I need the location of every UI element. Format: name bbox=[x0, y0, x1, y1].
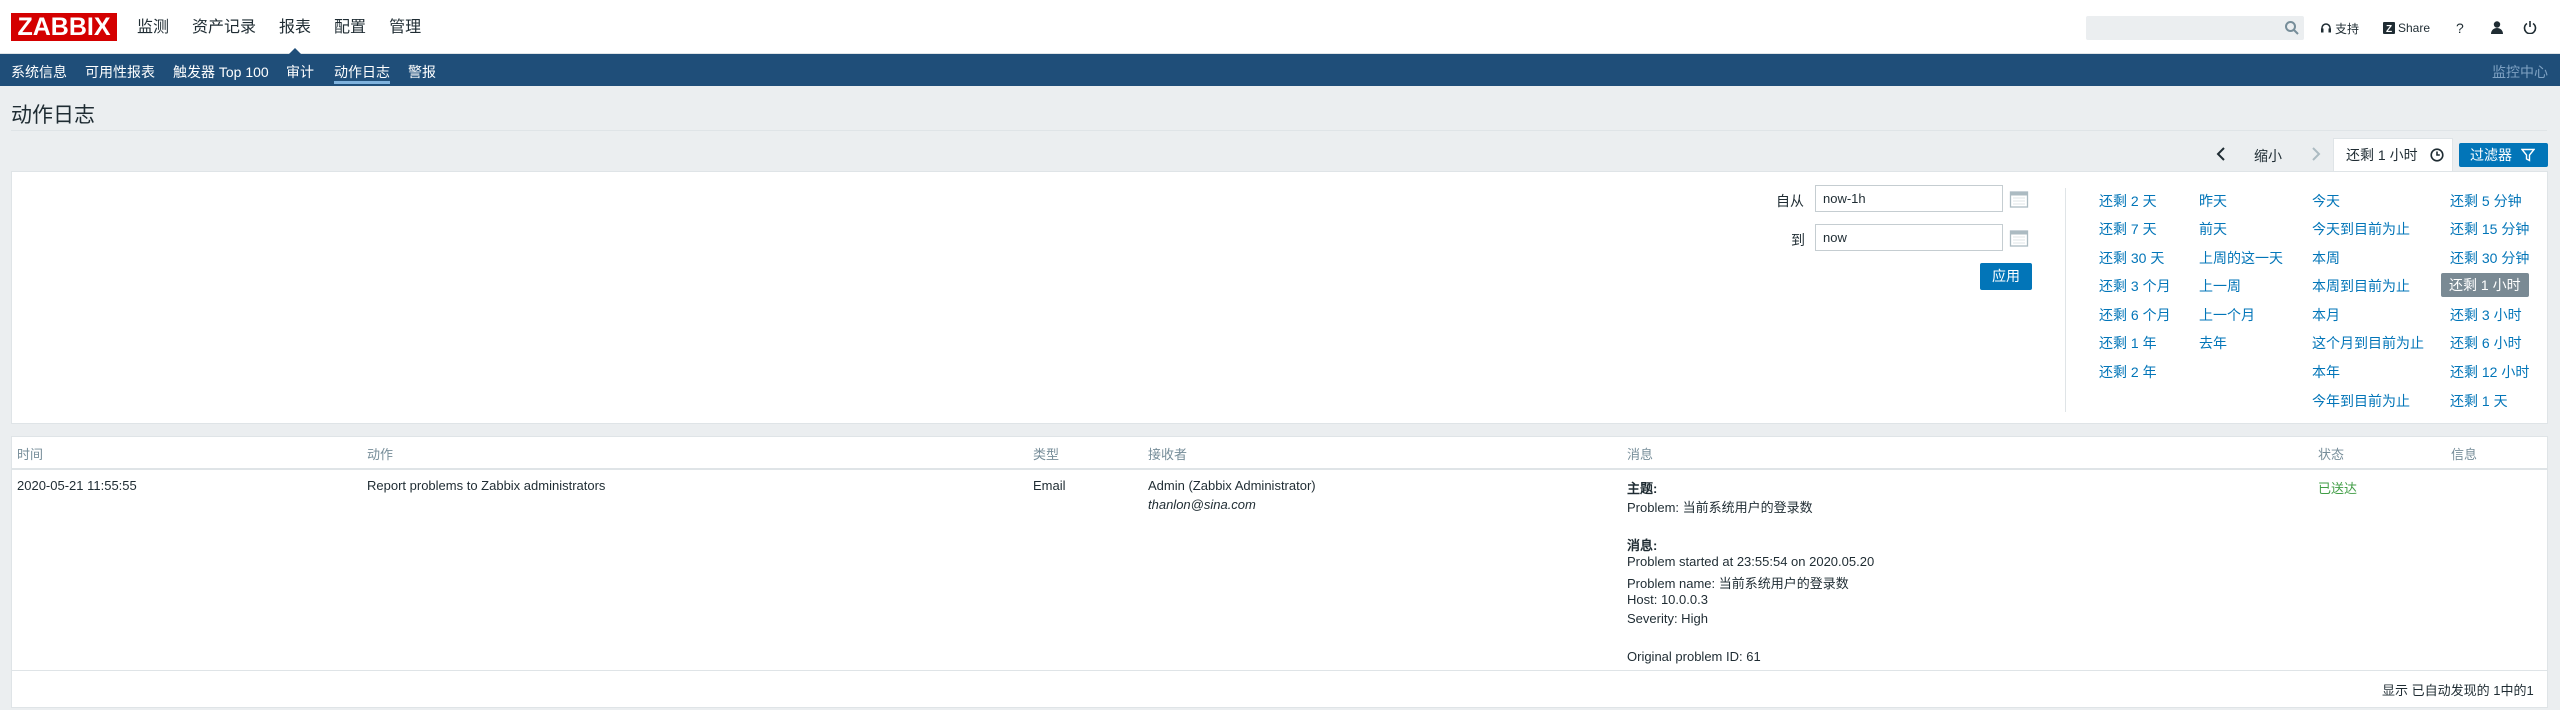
chevron-right-icon[interactable] bbox=[2305, 144, 2325, 164]
quick-range-link[interactable]: 上周的这一天 bbox=[2199, 248, 2283, 268]
quick-range-link[interactable]: 还剩 1 天 bbox=[2450, 391, 2508, 411]
quick-range-link[interactable]: 还剩 3 个月 bbox=[2099, 276, 2171, 296]
quick-range-link[interactable]: 这个月到目前为止 bbox=[2312, 333, 2424, 353]
quick-range-link[interactable]: 还剩 30 天 bbox=[2099, 248, 2164, 268]
page-title: 动作日志 bbox=[11, 104, 95, 127]
column-header-recipient: 接收者 bbox=[1148, 447, 1188, 462]
subnav-system-info[interactable]: 系统信息 bbox=[11, 62, 67, 84]
svg-text:Z: Z bbox=[2386, 24, 2392, 34]
column-header-message: 消息 bbox=[1627, 447, 1654, 462]
quick-range-link[interactable]: 还剩 5 分钟 bbox=[2450, 191, 2522, 211]
message-line: Severity: High bbox=[1627, 611, 1708, 626]
cell-status: 已送达 bbox=[2318, 481, 2358, 496]
column-header-type: 类型 bbox=[1033, 447, 1060, 462]
quick-range-link[interactable]: 还剩 6 小时 bbox=[2450, 333, 2522, 353]
menu-reports[interactable]: 报表 bbox=[279, 0, 311, 54]
title-divider bbox=[11, 130, 2547, 131]
column-header-action: 动作 bbox=[367, 447, 394, 462]
quick-range-link[interactable]: 上一个月 bbox=[2199, 305, 2255, 325]
support-link[interactable]: 支持 bbox=[2320, 19, 2359, 37]
column-header-time[interactable]: 时间 bbox=[17, 444, 43, 463]
quick-range-link[interactable]: 还剩 3 小时 bbox=[2450, 305, 2522, 325]
cell-action: Report problems to Zabbix administrators bbox=[367, 478, 606, 493]
quick-range-link[interactable]: 本月 bbox=[2312, 305, 2340, 325]
clock-icon bbox=[2430, 148, 2444, 162]
main-menu: 监测 资产记录 报表 配置 管理 bbox=[137, 0, 444, 54]
search-input[interactable] bbox=[2086, 16, 2304, 40]
column-header-status: 状态 bbox=[2318, 447, 2345, 462]
action-log-table bbox=[11, 436, 2548, 708]
sub-navigation: 系统信息 可用性报表 触发器 Top 100 审计 动作日志 警报 监控中心 bbox=[0, 54, 2560, 86]
subnav-triggers-top-100[interactable]: 触发器 Top 100 bbox=[173, 62, 269, 84]
cell-recipient-email: thanlon@sina.com bbox=[1148, 497, 1256, 512]
cell-recipient-name: Admin (Zabbix Administrator) bbox=[1148, 478, 1316, 493]
to-input[interactable]: now bbox=[1815, 224, 2003, 251]
filter-funnel-icon bbox=[2521, 148, 2535, 162]
subnav-notifications[interactable]: 警报 bbox=[408, 62, 436, 84]
quick-range-link[interactable]: 还剩 2 年 bbox=[2099, 362, 2157, 382]
message-line: Original problem ID: 61 bbox=[1627, 649, 1761, 664]
quick-range-link[interactable]: 还剩 6 个月 bbox=[2099, 305, 2171, 325]
support-label: 支持 bbox=[2335, 21, 2360, 36]
message-body-label: 消息: bbox=[1627, 538, 1658, 553]
message-subject-label: 主题: bbox=[1627, 481, 1658, 496]
table-footer-count: 显示 已自动发现的 1中的1 bbox=[2382, 683, 2534, 698]
apply-button[interactable]: 应用 bbox=[1980, 263, 2032, 290]
user-profile-icon[interactable] bbox=[2490, 20, 2504, 34]
share-link[interactable]: Z Share bbox=[2383, 19, 2430, 37]
subnav-action-log[interactable]: 动作日志 bbox=[334, 62, 390, 84]
zabbix-logo[interactable]: ZABBIX bbox=[11, 13, 117, 41]
zoom-out-button[interactable]: 缩小 bbox=[2254, 146, 2282, 166]
sign-out-power-icon[interactable] bbox=[2523, 20, 2537, 34]
top-header: ZABBIX 监测 资产记录 报表 配置 管理 支持 Z Share ? bbox=[0, 0, 2560, 54]
quick-range-link[interactable]: 前天 bbox=[2199, 219, 2227, 239]
chevron-left-icon[interactable] bbox=[2212, 144, 2232, 164]
search-icon[interactable] bbox=[2284, 20, 2300, 36]
quick-range-link[interactable]: 还剩 2 天 bbox=[2099, 191, 2157, 211]
calendar-icon[interactable] bbox=[2009, 189, 2029, 209]
share-label: Share bbox=[2398, 21, 2431, 35]
calendar-icon[interactable] bbox=[2009, 228, 2029, 248]
filter-divider bbox=[2065, 188, 2066, 412]
headset-icon bbox=[2321, 23, 2331, 33]
quick-range-link[interactable]: 还剩 1 年 bbox=[2099, 333, 2157, 353]
share-z-icon: Z bbox=[2383, 22, 2395, 34]
quick-range-link[interactable]: 本周 bbox=[2312, 248, 2340, 268]
quick-range-link[interactable]: 还剩 7 天 bbox=[2099, 219, 2157, 239]
menu-configuration[interactable]: 配置 bbox=[334, 0, 366, 54]
quick-range-link[interactable]: 今天 bbox=[2312, 191, 2340, 211]
menu-administration[interactable]: 管理 bbox=[389, 0, 421, 54]
row-divider bbox=[12, 670, 2547, 671]
menu-monitoring[interactable]: 监测 bbox=[137, 0, 169, 54]
to-label: 到 bbox=[1791, 232, 1805, 248]
message-line: Host: 10.0.0.3 bbox=[1627, 592, 1708, 607]
quick-range-link[interactable]: 还剩 30 分钟 bbox=[2450, 248, 2529, 268]
quick-range-link[interactable]: 昨天 bbox=[2199, 191, 2227, 211]
quick-range-link[interactable]: 本周到目前为止 bbox=[2312, 276, 2410, 296]
help-button[interactable]: ? bbox=[2456, 19, 2464, 37]
from-label: 自从 bbox=[1776, 193, 1804, 209]
from-input[interactable]: now-1h bbox=[1815, 185, 2003, 212]
subnav-audit[interactable]: 审计 bbox=[286, 62, 314, 84]
message-line: Problem name: 当前系统用户的登录数 bbox=[1627, 576, 1849, 591]
quick-range-link[interactable]: 本年 bbox=[2312, 362, 2340, 382]
cell-type: Email bbox=[1033, 478, 1066, 493]
message-line: Problem started at 23:55:54 on 2020.05.2… bbox=[1627, 554, 1875, 569]
column-header-info: 信息 bbox=[2451, 447, 2478, 462]
quick-range-link[interactable]: 还剩 12 小时 bbox=[2450, 362, 2529, 382]
quick-range-link[interactable]: 今天到目前为止 bbox=[2312, 219, 2410, 239]
subnav-availability-report[interactable]: 可用性报表 bbox=[85, 62, 155, 84]
message-subject: Problem: 当前系统用户的登录数 bbox=[1627, 500, 1813, 515]
cell-time: 2020-05-21 11:55:55 bbox=[17, 478, 137, 493]
monitoring-center-link[interactable]: 监控中心 bbox=[2492, 62, 2548, 82]
menu-inventory[interactable]: 资产记录 bbox=[192, 0, 256, 54]
quick-range-link[interactable]: 今年到目前为止 bbox=[2312, 391, 2410, 411]
quick-range-link[interactable]: 还剩 15 分钟 bbox=[2450, 219, 2529, 239]
quick-range-link-selected[interactable]: 还剩 1 小时 bbox=[2441, 273, 2529, 297]
quick-range-link[interactable]: 上一周 bbox=[2199, 276, 2241, 296]
filter-panel bbox=[11, 171, 2548, 424]
header-divider bbox=[12, 468, 2547, 470]
quick-range-link[interactable]: 去年 bbox=[2199, 333, 2227, 353]
